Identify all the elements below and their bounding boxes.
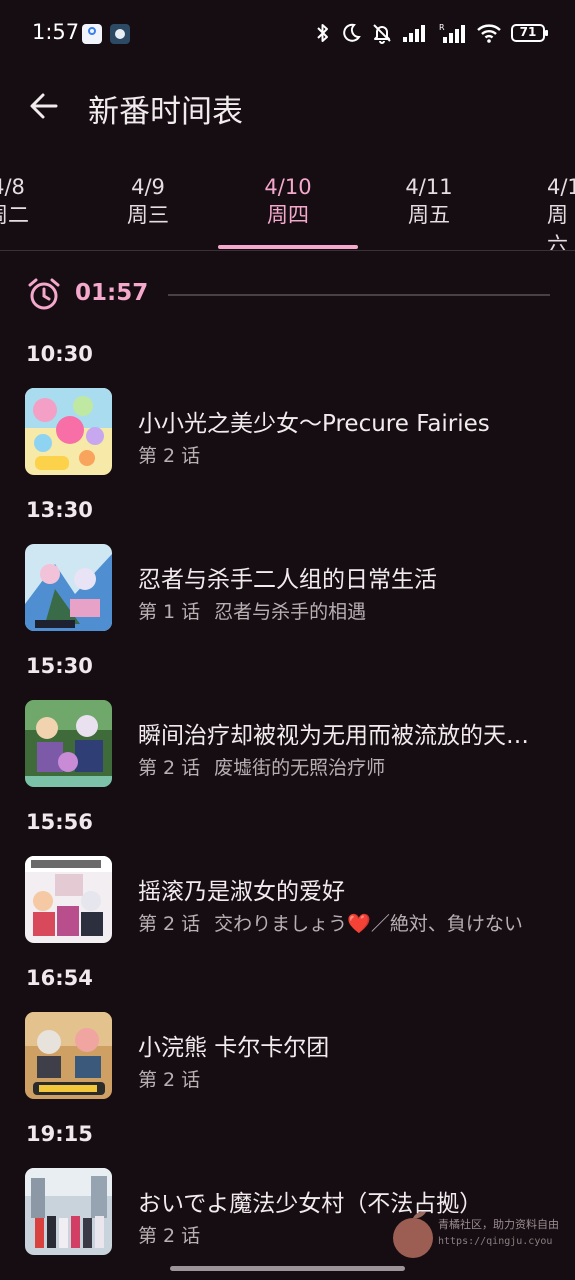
back-button[interactable] bbox=[26, 88, 62, 124]
episode-info: 第 2 话废墟街的无照治疗师 bbox=[138, 753, 528, 780]
anime-list-item[interactable]: 小浣熊 卡尔卡尔团 第 2 话 bbox=[0, 998, 575, 1104]
orange-logo-icon bbox=[393, 1211, 433, 1258]
tab-date-label: 4/10 bbox=[264, 175, 312, 199]
schedule-slot: 16:54 小浣熊 卡尔卡尔团 第 2 话 bbox=[0, 966, 575, 1122]
episode-number: 第 1 话 bbox=[138, 601, 201, 623]
status-bar: 1:57 R 71 bbox=[0, 0, 575, 70]
episode-number: 第 2 话 bbox=[138, 445, 201, 467]
episode-info: 第 2 话 bbox=[138, 441, 528, 468]
status-time: 1:57 bbox=[32, 20, 80, 44]
episode-number: 第 2 话 bbox=[138, 757, 201, 779]
notification-app-icon bbox=[82, 24, 102, 44]
signal-icon bbox=[403, 25, 425, 42]
app-bar: 新番时间表 bbox=[0, 70, 575, 146]
anime-cover bbox=[25, 1168, 112, 1255]
anime-cover bbox=[25, 1012, 112, 1099]
tab-indicator bbox=[218, 245, 358, 249]
tab-date-selected[interactable]: 4/10 周四 bbox=[218, 168, 358, 250]
anime-title: 忍者与杀手二人组的日常生活 bbox=[138, 567, 437, 593]
anime-title: 摇滚乃是淑女的爱好 bbox=[138, 879, 345, 905]
moon-icon bbox=[343, 23, 361, 42]
anime-list-item[interactable]: 小小光之美少女～Precure Fairies 第 2 话 bbox=[0, 374, 575, 480]
anime-list-item[interactable]: 忍者与杀手二人组的日常生活 第 1 话忍者与杀手的相遇 bbox=[0, 530, 575, 636]
slot-time: 10:30 bbox=[26, 342, 93, 366]
watermark-url: https://qingju.cyou bbox=[438, 1236, 553, 1247]
episode-number: 第 2 话 bbox=[138, 1225, 201, 1247]
anime-title: 瞬间治疗却被视为无用而被流放的天才治疗师 bbox=[138, 723, 538, 749]
slot-time: 15:30 bbox=[26, 654, 93, 678]
bell-off-icon bbox=[373, 24, 391, 44]
episode-title: 交わりましょう❤️／絶対、負けない bbox=[214, 913, 523, 935]
schedule-slot: 13:30 忍者与杀手二人组的日常生活 第 1 话忍者与杀手的相遇 bbox=[0, 498, 575, 654]
slot-time: 13:30 bbox=[26, 498, 93, 522]
current-time: 01:57 bbox=[75, 280, 149, 306]
arrow-left-icon bbox=[30, 93, 58, 119]
tab-date-label: 4/11 bbox=[405, 175, 453, 199]
screen: 1:57 R 71 新番时间表 4/8 周二 4/9 周三 4/10 bbox=[0, 0, 575, 1280]
schedule-slot: 10:30 小小光之美少女～Precure Fairies 第 2 话 bbox=[0, 342, 575, 498]
tab-date[interactable]: 4/1 周六 bbox=[499, 168, 575, 250]
tab-date-label: 4/9 bbox=[131, 175, 165, 199]
anime-cover bbox=[25, 856, 112, 943]
current-time-divider bbox=[168, 294, 550, 296]
tab-date-label: 4/8 bbox=[0, 175, 25, 199]
episode-info: 第 2 话交わりましょう❤️／絶対、負けない bbox=[138, 909, 528, 936]
watermark: 青橘社区，助力资料自由 https://qingju.cyou bbox=[390, 1206, 575, 1266]
anime-title: 小浣熊 卡尔卡尔团 bbox=[138, 1035, 330, 1061]
slot-time: 16:54 bbox=[26, 966, 93, 990]
schedule-slot: 15:56 摇滚乃是淑女的爱好 第 2 话交わりましょう❤️／絶対、負けない bbox=[0, 810, 575, 966]
anime-list-item[interactable]: 瞬间治疗却被视为无用而被流放的天才治疗师 第 2 话废墟街的无照治疗师 bbox=[0, 686, 575, 792]
signal-roaming-icon: R bbox=[439, 23, 465, 43]
wifi-icon bbox=[477, 24, 501, 43]
svg-text:R: R bbox=[439, 23, 445, 32]
bluetooth-icon bbox=[317, 24, 328, 42]
watermark-text: 青橘社区，助力资料自由 bbox=[438, 1218, 559, 1231]
tab-date-label: 4/1 bbox=[547, 175, 575, 199]
anime-cover bbox=[25, 388, 112, 475]
anime-cover bbox=[25, 544, 112, 631]
battery-icon: 71 bbox=[511, 24, 548, 42]
tab-weekday-label: 周五 bbox=[408, 203, 450, 227]
slot-time: 19:15 bbox=[26, 1122, 93, 1146]
alarm-clock-icon bbox=[28, 278, 60, 310]
date-tabs: 4/8 周二 4/9 周三 4/10 周四 4/11 周五 4/1 周六 bbox=[0, 168, 575, 251]
episode-info: 第 2 话 bbox=[138, 1065, 528, 1092]
tab-weekday-label: 周六 bbox=[547, 203, 568, 250]
episode-title: 废墟街的无照治疗师 bbox=[214, 757, 386, 779]
anime-cover bbox=[25, 700, 112, 787]
current-time-row: 01:57 bbox=[0, 276, 575, 316]
tab-date[interactable]: 4/9 周三 bbox=[78, 168, 218, 250]
status-icons: R 71 bbox=[315, 22, 548, 44]
tab-weekday-label: 周二 bbox=[0, 203, 29, 227]
schedule-slot: 15:30 瞬间治疗却被视为无用而被流放的天才治疗师 第 2 话废墟街的无照治疗… bbox=[0, 654, 575, 810]
page-title: 新番时间表 bbox=[88, 94, 243, 130]
tab-date[interactable]: 4/11 周五 bbox=[359, 168, 499, 250]
home-indicator[interactable] bbox=[170, 1266, 405, 1271]
battery-level: 71 bbox=[519, 25, 537, 39]
episode-info: 第 1 话忍者与杀手的相遇 bbox=[138, 597, 528, 624]
anime-list-item[interactable]: 摇滚乃是淑女的爱好 第 2 话交わりましょう❤️／絶対、負けない bbox=[0, 842, 575, 948]
anime-title: 小小光之美少女～Precure Fairies bbox=[138, 411, 490, 437]
episode-number: 第 2 话 bbox=[138, 1069, 201, 1091]
tab-weekday-label: 周三 bbox=[127, 203, 169, 227]
tab-weekday-label: 周四 bbox=[267, 203, 309, 227]
episode-number: 第 2 话 bbox=[138, 913, 201, 935]
tab-date[interactable]: 4/8 周二 bbox=[0, 168, 78, 250]
slot-time: 15:56 bbox=[26, 810, 93, 834]
notification-app-icon bbox=[110, 24, 130, 44]
episode-title: 忍者与杀手的相遇 bbox=[214, 601, 367, 623]
